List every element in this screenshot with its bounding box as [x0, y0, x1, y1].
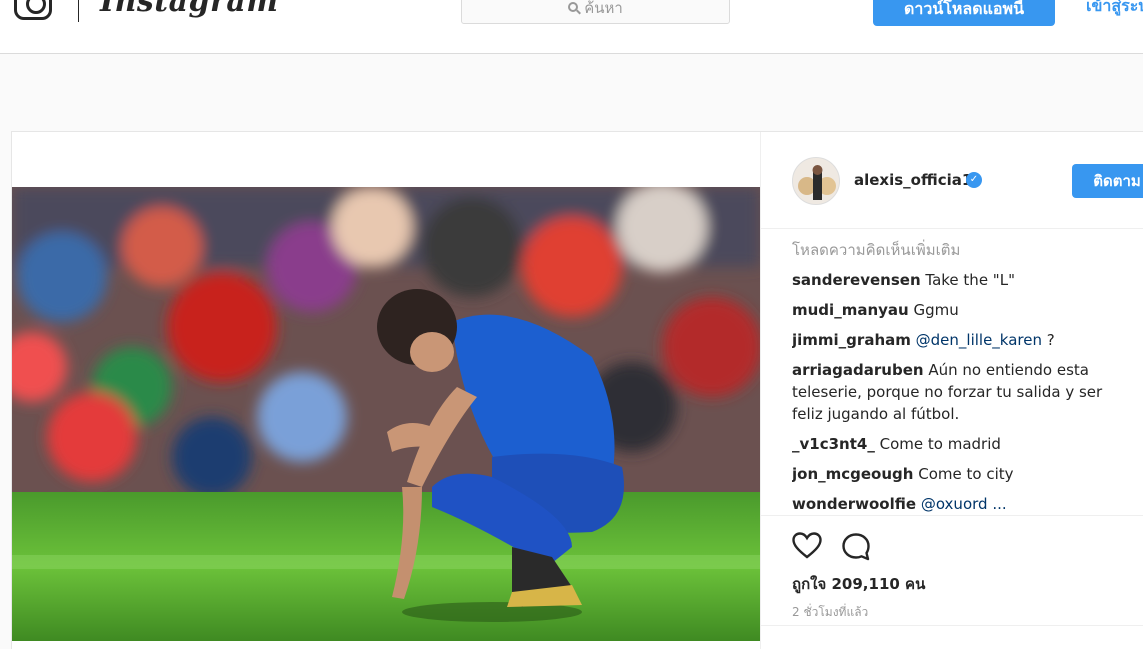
comment-item: arriagadaruben Aún no entiendo esta tele… — [792, 359, 1112, 425]
comment-item: jon_mcgeough Come to city — [792, 463, 1112, 485]
comment-text: Come to city — [918, 465, 1014, 483]
post-header: alexis_officia1 ✓ ติดตาม — [761, 132, 1143, 229]
search-input[interactable]: ค้นหา — [461, 0, 730, 24]
divider — [761, 625, 1143, 626]
comment-username[interactable]: mudi_manyau — [792, 301, 909, 319]
comment-text: Take the "L" — [925, 271, 1015, 289]
comment-text: Ggmu — [913, 301, 959, 319]
heart-icon[interactable] — [792, 532, 822, 563]
search-placeholder: ค้นหา — [584, 0, 623, 17]
comment-username[interactable]: jimmi_graham — [792, 331, 911, 349]
comment-username[interactable]: _v1c3nt4_ — [792, 435, 875, 453]
comments-list[interactable]: โหลดความคิดเห็นเพิ่มเติม sanderevensen T… — [792, 239, 1112, 517]
login-link[interactable]: เข้าสู่ระบบ — [1086, 0, 1143, 19]
verified-badge-icon: ✓ — [966, 172, 982, 188]
comment-item: _v1c3nt4_ Come to madrid — [792, 433, 1112, 455]
nav-divider — [78, 0, 79, 22]
comment-item: wonderwoolfie @oxuord ... — [792, 493, 1112, 515]
post-card: alexis_officia1 ✓ ติดตาม โหลดความคิดเห็น… — [11, 131, 1143, 649]
top-nav: Instagram ค้นหา ดาวน์โหลดแอพนี้ เข้าสู่ร… — [0, 0, 1143, 54]
search-icon — [568, 2, 579, 12]
instagram-glyph-icon[interactable] — [14, 0, 52, 20]
comment-item: sanderevensen Take the "L" — [792, 269, 1112, 291]
comment-username[interactable]: sanderevensen — [792, 271, 921, 289]
post-sidebar: alexis_officia1 ✓ ติดตาม โหลดความคิดเห็น… — [760, 132, 1143, 649]
avatar[interactable] — [792, 157, 840, 205]
post-timestamp[interactable]: 2 ชั่วโมงที่แล้ว — [792, 603, 868, 622]
comment-text: @oxuord ... — [920, 495, 1007, 513]
comment-item: mudi_manyau Ggmu — [792, 299, 1112, 321]
load-more-comments-link[interactable]: โหลดความคิดเห็นเพิ่มเติม — [792, 239, 1112, 261]
post-photo[interactable] — [12, 187, 760, 641]
comment-text: ? — [1042, 331, 1055, 349]
comment-mention[interactable]: @den_lille_karen — [916, 331, 1042, 349]
follow-button[interactable]: ติดตาม — [1072, 164, 1143, 198]
comment-username[interactable]: wonderwoolfie — [792, 495, 916, 513]
comment-text: Come to madrid — [879, 435, 1001, 453]
likes-count[interactable]: ถูกใจ 209,110 คน — [792, 572, 925, 596]
comment-username[interactable]: jon_mcgeough — [792, 465, 913, 483]
comment-icon[interactable] — [841, 532, 871, 566]
post-actions: ถูกใจ 209,110 คน 2 ชั่วโมงที่แล้ว — [761, 515, 1143, 625]
post-username[interactable]: alexis_officia1 — [854, 171, 972, 189]
comment-username[interactable]: arriagadaruben — [792, 361, 924, 379]
comment-item: jimmi_graham @den_lille_karen ? — [792, 329, 1112, 351]
download-app-button[interactable]: ดาวน์โหลดแอพนี้ — [873, 0, 1055, 26]
instagram-wordmark[interactable]: Instagram — [100, 0, 279, 19]
